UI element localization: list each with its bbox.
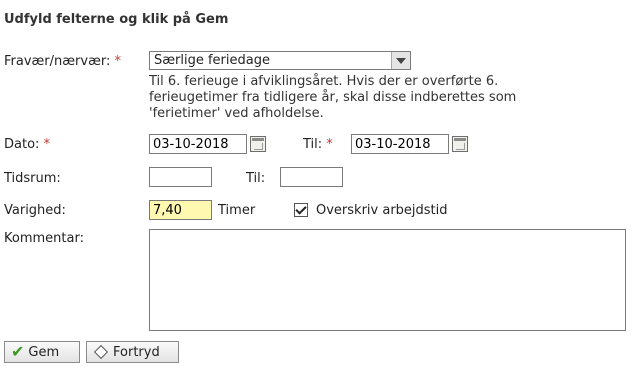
duration-unit: Timer [218, 203, 256, 218]
required-mark: * [43, 137, 51, 152]
absence-select-value: Særlige feriedage [154, 53, 270, 68]
overwrite-label: Overskriv arbejdstid [316, 203, 448, 218]
timespan-to-label: Til: [246, 171, 266, 186]
duration-label: Varighed: [4, 203, 66, 218]
chevron-down-icon[interactable] [391, 52, 410, 69]
save-button[interactable]: ✔ Gem [4, 341, 80, 363]
absence-help-text: Til 6. ferieuge i afviklingsåret. Hvis d… [149, 74, 517, 121]
diamond-icon [93, 344, 109, 360]
date-label-text: Dato: [4, 137, 40, 152]
timespan-to-input[interactable] [280, 167, 343, 187]
calendar-icon[interactable] [250, 136, 266, 152]
comment-label: Kommentar: [4, 231, 84, 246]
timespan-from-input[interactable] [149, 167, 212, 187]
comment-textarea[interactable] [149, 229, 626, 331]
duration-input[interactable] [149, 200, 212, 220]
date-from-input[interactable] [149, 134, 247, 154]
date-to-input[interactable] [351, 134, 449, 154]
overwrite-checkbox[interactable] [294, 203, 308, 217]
calendar-icon[interactable] [452, 136, 468, 152]
required-mark: * [114, 54, 121, 69]
date-to-label-text: Til: [303, 137, 323, 152]
save-button-label: Gem [28, 344, 60, 360]
timespan-label: Tidsrum: [4, 171, 61, 186]
cancel-button[interactable]: Fortryd [86, 341, 179, 363]
absence-select[interactable]: Særlige feriedage [149, 51, 411, 70]
check-icon: ✔ [11, 342, 25, 361]
date-label: Dato: * [4, 137, 50, 152]
absence-label: Fravær/nærvær: * [4, 54, 121, 69]
absence-label-text: Fravær/nærvær: [4, 54, 111, 69]
form-title: Udfyld felterne og klik på Gem [4, 12, 229, 27]
required-mark: * [326, 137, 333, 152]
cancel-button-label: Fortryd [113, 344, 160, 360]
date-to-label: Til: * [303, 137, 333, 152]
